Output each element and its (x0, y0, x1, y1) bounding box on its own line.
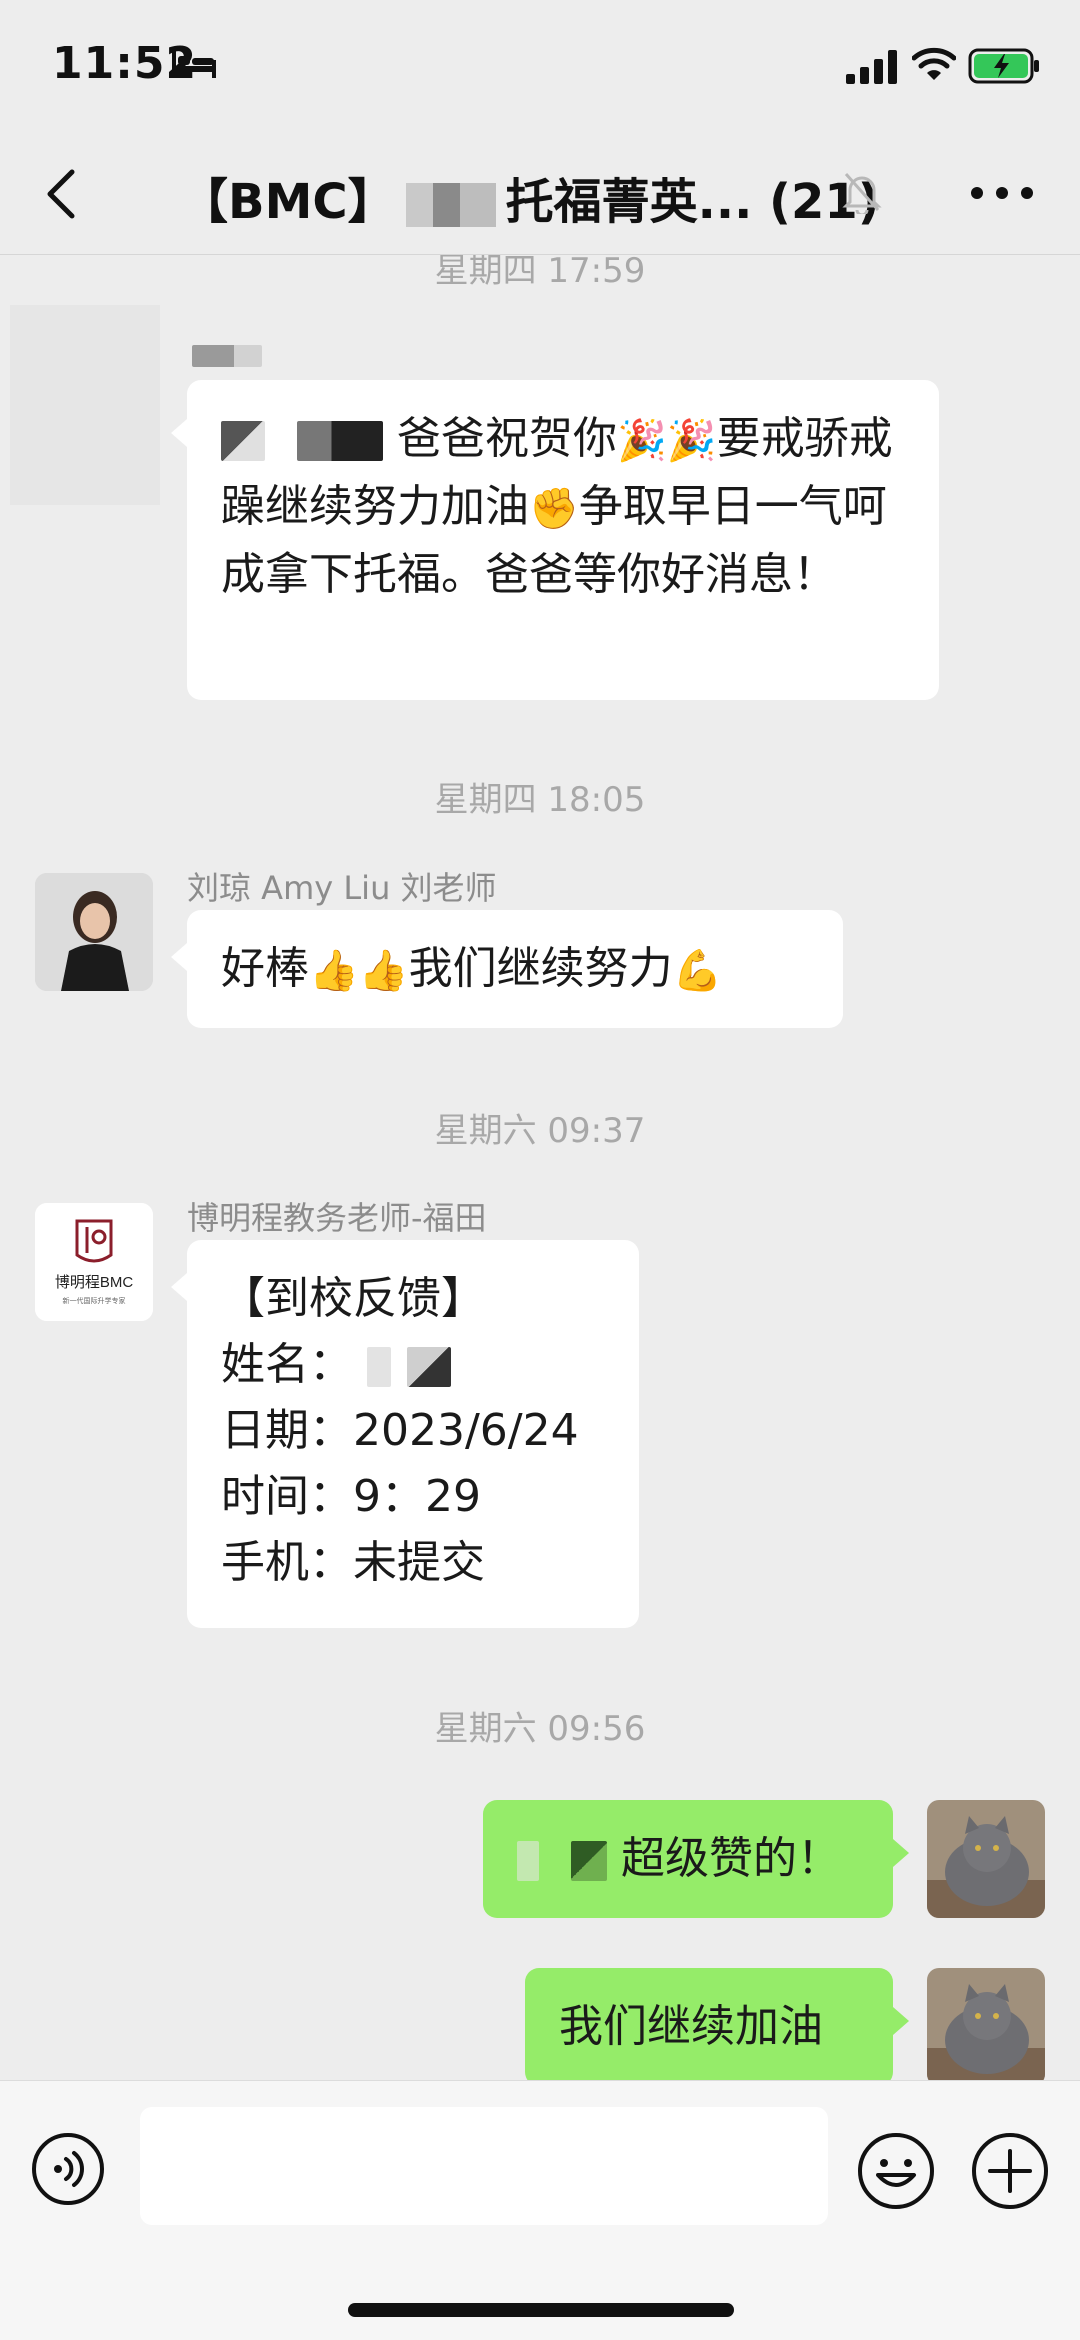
home-indicator[interactable] (348, 2303, 734, 2317)
redacted-name (405, 183, 496, 227)
bubble-tail (893, 2007, 909, 2035)
message-text: 我们继续加油 (559, 2001, 823, 2052)
cat-avatar-image (927, 1968, 1045, 2080)
bubble-tail (893, 1839, 909, 1867)
redacted-name (221, 421, 265, 461)
avatar[interactable] (927, 1800, 1045, 1918)
avatar[interactable] (35, 873, 153, 991)
wifi-icon (912, 47, 956, 80)
redacted-sender (192, 345, 262, 367)
message-bubble[interactable]: 爸爸祝贺你🎉🎉要戒骄戒躁继续努力加油✊争取早日一气呵成拿下托福。爸爸等你好消息！ (187, 380, 939, 700)
bubble-tail (171, 419, 187, 447)
emoji-icon[interactable] (856, 2131, 936, 2211)
voice-icon[interactable] (30, 2131, 106, 2207)
logo-text: 博明程BMC (55, 1274, 134, 1291)
input-bar (0, 2080, 1080, 2340)
chat-title-prefix: 【BMC】 (180, 174, 396, 230)
thumbs-up-emoji: 👍 (309, 948, 359, 994)
chat-title[interactable]: 【BMC】 托福菁英... (21) (180, 162, 880, 232)
more-icon[interactable] (970, 186, 1034, 200)
message-text: 好棒 (221, 943, 309, 994)
cellular-signal-icon (846, 50, 897, 84)
message-line: 时间：9：29 (221, 1471, 481, 1522)
message-list[interactable]: 星期四 17:59 爸爸祝贺你🎉🎉要戒骄戒躁继续努力加油✊争取早日一气呵成拿下托… (0, 255, 1080, 2080)
message-bubble[interactable]: 好棒👍👍我们继续努力💪 (187, 910, 843, 1028)
avatar[interactable]: 博明程BMC 新一代国际升学专家 (35, 1203, 153, 1321)
bmc-logo: 博明程BMC 新一代国际升学专家 (35, 1203, 153, 1321)
party-popper-emoji: 🎉 (666, 418, 717, 464)
chat-title-suffix: 托福菁英... (505, 174, 753, 230)
cat-avatar-image (927, 1800, 1045, 1918)
timestamp: 星期四 18:05 (434, 780, 646, 820)
flexed-biceps-emoji: 💪 (672, 948, 723, 994)
message-text: 超级赞的！ (621, 1833, 841, 1884)
message-line: 姓名： (221, 1332, 605, 1398)
bubble-tail (171, 943, 187, 971)
bell-slash-icon (842, 173, 882, 214)
plus-icon[interactable] (970, 2131, 1050, 2211)
thumbs-up-emoji: 👍 (358, 948, 409, 994)
redacted-name (571, 1841, 607, 1881)
message-input[interactable] (140, 2107, 828, 2225)
avatar[interactable] (927, 1968, 1045, 2080)
message-bubble[interactable]: 【到校反馈】 姓名： 日期：2023/6/24 时间：9：29 手机：未提交 (187, 1240, 639, 1628)
party-popper-emoji: 🎉 (617, 418, 667, 464)
message-line: 手机：未提交 (221, 1537, 485, 1588)
fist-emoji: ✊ (529, 486, 579, 532)
sender-name: 刘琼 Amy Liu 刘老师 (187, 869, 497, 907)
message-bubble[interactable]: 超级赞的！ (483, 1800, 893, 1918)
bed-icon (172, 50, 216, 78)
status-bar: 11:52 (0, 0, 1080, 130)
redacted-name (517, 1841, 539, 1881)
timestamp: 星期六 09:56 (434, 1709, 646, 1749)
redacted-name (297, 421, 383, 461)
message-line: 日期：2023/6/24 (221, 1405, 579, 1456)
message-text: 我们继续努力 (408, 943, 673, 994)
timestamp: 星期四 17:59 (434, 255, 646, 291)
message-line: 【到校反馈】 (221, 1273, 485, 1324)
battery-charging-icon (968, 48, 1039, 84)
timestamp: 星期六 09:37 (434, 1111, 646, 1151)
message-bubble[interactable]: 我们继续加油 (525, 1968, 893, 2080)
sender-name: 博明程教务老师-福田 (187, 1199, 487, 1237)
message-text: 爸爸祝贺你 (397, 413, 617, 464)
chevron-left-icon[interactable] (40, 166, 84, 222)
avatar[interactable] (10, 305, 160, 505)
chat-header: 【BMC】 托福菁英... (21) (0, 130, 1080, 255)
person-avatar-icon (35, 873, 153, 991)
logo-tagline: 新一代国际升学专家 (63, 1296, 126, 1305)
bubble-tail (171, 1273, 187, 1301)
